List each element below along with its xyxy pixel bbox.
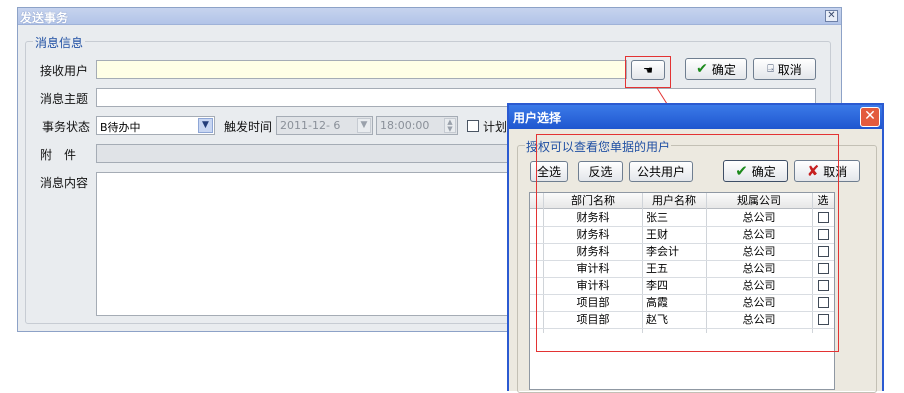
dialog-titlebar: 用户选择 ✕	[509, 105, 882, 129]
annotation-box-table	[536, 134, 839, 352]
dialog-title: 用户选择	[513, 111, 562, 125]
close-icon[interactable]: ✕	[860, 107, 880, 127]
